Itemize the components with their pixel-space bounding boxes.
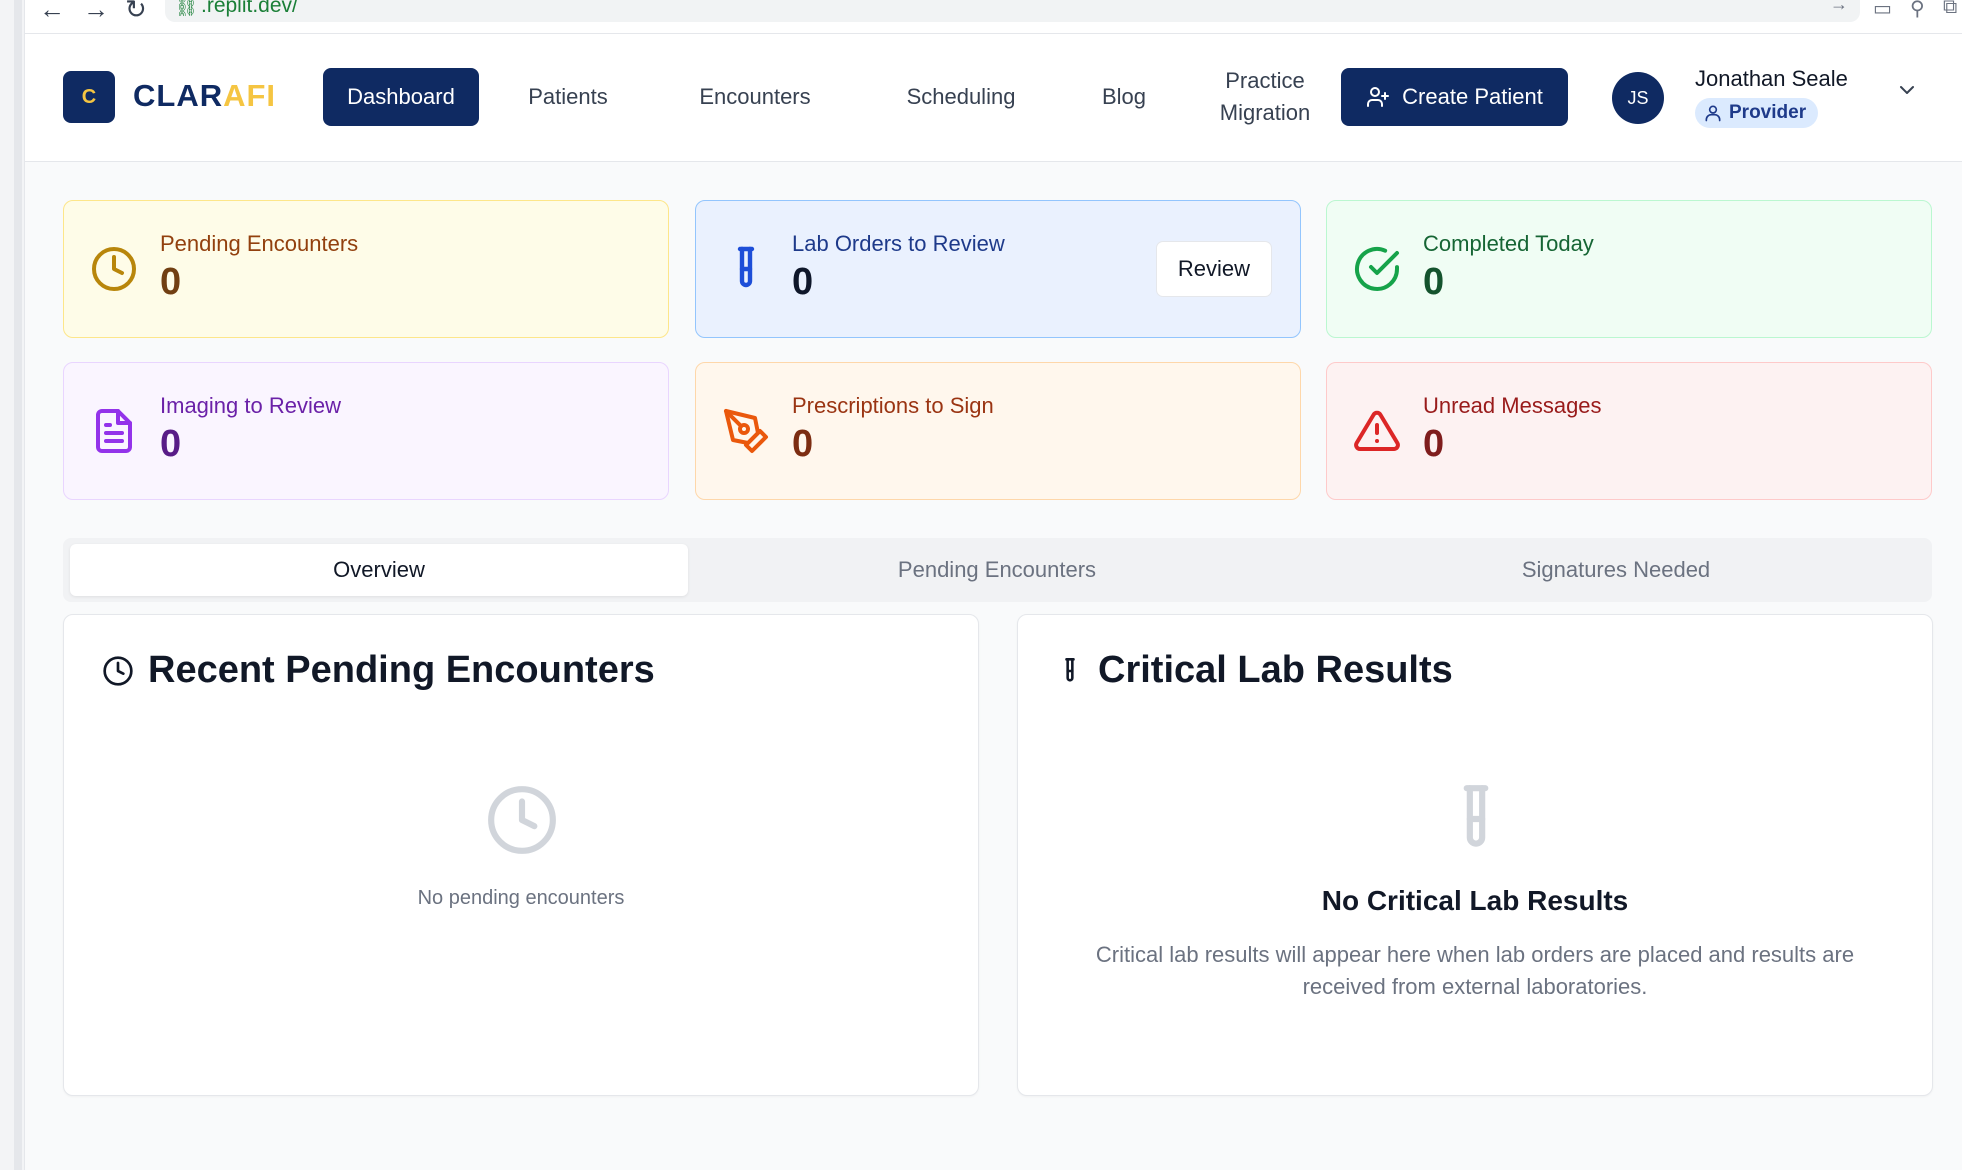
stat-value: 0 — [160, 423, 182, 465]
stat-label: Pending Encounters — [160, 231, 359, 256]
logo-mark[interactable]: C — [63, 71, 115, 123]
monitor-icon[interactable]: ▭ — [1873, 0, 1892, 21]
create-patient-button[interactable]: Create Patient — [1341, 68, 1568, 126]
stat-value: 0 — [792, 261, 814, 303]
forward-icon[interactable]: → — [83, 0, 109, 25]
stat-value: 0 — [1423, 261, 1445, 303]
address-bar[interactable]: ⛓ .replit.dev/ → — [165, 0, 1860, 22]
dashboard-tabs: Overview Pending Encounters Signatures N… — [63, 538, 1932, 602]
stat-value: 0 — [1423, 423, 1445, 465]
check-circle-icon — [1355, 247, 1399, 291]
clock-icon — [103, 655, 133, 686]
empty-state-text: No pending encounters — [417, 887, 625, 909]
review-button[interactable]: Review — [1156, 241, 1272, 297]
stat-card-unread-messages[interactable]: Unread Messages 0 — [1326, 362, 1932, 500]
stat-card-pending-encounters[interactable]: Pending Encounters 0 — [63, 200, 669, 338]
test-tube-icon — [1065, 657, 1075, 682]
stat-label: Prescriptions to Sign — [792, 393, 994, 418]
chevron-down-icon[interactable] — [1895, 78, 1919, 102]
stat-value: 0 — [792, 423, 814, 465]
nav-encounters[interactable]: Encounters — [685, 68, 825, 126]
empty-state-description: Critical lab results will appear here wh… — [1018, 939, 1932, 1003]
stat-label: Imaging to Review — [160, 393, 341, 418]
stat-value: 0 — [160, 261, 182, 303]
alert-triangle-icon — [1354, 410, 1400, 451]
tab-overview[interactable]: Overview — [70, 544, 688, 596]
stat-card-prescriptions[interactable]: Prescriptions to Sign 0 — [695, 362, 1301, 500]
user-icon — [1705, 105, 1721, 122]
app-header: C CLARAFI Dashboard Patients Encounters … — [25, 34, 1962, 162]
go-arrow-icon[interactable]: → — [1830, 0, 1848, 15]
nav-practice-migration[interactable]: Practice Migration — [1205, 68, 1325, 126]
stat-label: Completed Today — [1423, 231, 1594, 256]
create-patient-label: Create Patient — [1402, 84, 1543, 109]
stat-card-lab-orders[interactable]: Lab Orders to Review 0 Review — [695, 200, 1301, 338]
pen-tool-icon — [724, 409, 768, 453]
stat-label: Lab Orders to Review — [792, 231, 1005, 256]
nav-patients[interactable]: Patients — [513, 68, 623, 126]
critical-lab-results-panel: Critical Lab Results No Critical Lab Res… — [1017, 614, 1933, 1096]
tab-signatures-needed[interactable]: Signatures Needed — [1307, 544, 1925, 596]
role-label: Provider — [1729, 102, 1807, 123]
empty-state-line2: received from external laboratories. — [1302, 974, 1648, 999]
tab-pending-encounters[interactable]: Pending Encounters — [688, 544, 1306, 596]
recent-pending-encounters-panel: Recent Pending Encounters No pending enc… — [63, 614, 979, 1096]
panel-title-text: Critical Lab Results — [1098, 649, 1453, 691]
window-edge-bar — [14, 0, 22, 1170]
wrench-icon[interactable]: ⚲ — [1910, 0, 1925, 21]
empty-state-title: No Critical Lab Results — [1321, 885, 1629, 916]
back-icon[interactable]: ← — [39, 0, 65, 25]
stat-card-completed-today[interactable]: Completed Today 0 — [1326, 200, 1932, 338]
stat-label: Unread Messages — [1423, 393, 1602, 418]
brand-name[interactable]: CLARAFI — [133, 78, 276, 114]
panel-title: Critical Lab Results — [1056, 649, 1453, 692]
user-plus-icon — [1367, 87, 1390, 107]
brand-part1: CLAR — [133, 78, 224, 113]
reload-icon[interactable]: ↻ — [125, 0, 147, 25]
external-link-icon[interactable]: ⧉ — [1943, 0, 1957, 19]
nav-dashboard[interactable]: Dashboard — [323, 68, 479, 126]
browser-toolbar: ← → ↻ ⛓ .replit.dev/ → ▭ ⚲ ⧉ — [25, 0, 1962, 34]
test-tube-icon — [737, 246, 755, 288]
user-name: Jonathan Seale — [1695, 66, 1848, 91]
link-icon: ⛓ — [175, 0, 198, 17]
test-tube-icon — [1463, 785, 1489, 847]
nav-blog[interactable]: Blog — [1089, 68, 1159, 126]
nav-practice-line1: Practice — [1225, 68, 1305, 93]
nav-practice-line2: Migration — [1219, 100, 1311, 125]
panel-title-text: Recent Pending Encounters — [148, 649, 655, 691]
brand-part2: AFI — [223, 78, 277, 113]
avatar[interactable]: JS — [1612, 72, 1664, 124]
window-edge — [0, 0, 25, 1170]
url-text: .replit.dev/ — [201, 0, 298, 17]
panel-title: Recent Pending Encounters — [102, 649, 655, 692]
empty-state-line1: Critical lab results will appear here wh… — [1095, 942, 1855, 967]
role-badge: Provider — [1695, 98, 1819, 128]
clock-icon — [92, 247, 136, 291]
nav-scheduling[interactable]: Scheduling — [891, 68, 1031, 126]
file-text-icon — [96, 409, 132, 453]
stat-card-imaging[interactable]: Imaging to Review 0 — [63, 362, 669, 500]
clock-icon — [488, 786, 556, 854]
